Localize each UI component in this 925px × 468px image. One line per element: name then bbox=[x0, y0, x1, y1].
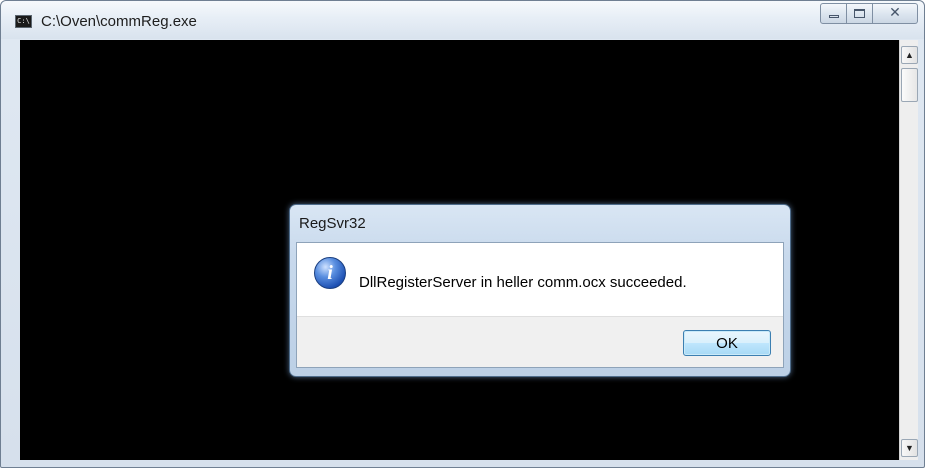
window-title: C:\Oven\commReg.exe bbox=[41, 13, 197, 30]
close-button[interactable]: ✕ bbox=[873, 3, 918, 24]
arrow-up-icon: ▲ bbox=[905, 50, 914, 60]
regsvr32-dialog: RegSvr32 i DllRegisterServer in heller c… bbox=[289, 204, 791, 377]
arrow-down-icon: ▼ bbox=[905, 443, 914, 453]
information-icon: i bbox=[314, 257, 346, 289]
maximize-button[interactable] bbox=[847, 3, 873, 24]
close-icon: ✕ bbox=[889, 5, 901, 21]
message-area: i DllRegisterServer in heller comm.ocx s… bbox=[297, 243, 783, 316]
scroll-up-button[interactable]: ▲ bbox=[901, 46, 918, 64]
scroll-thumb[interactable] bbox=[901, 68, 918, 102]
dialog-message: DllRegisterServer in heller comm.ocx suc… bbox=[359, 274, 687, 291]
console-app-icon[interactable] bbox=[15, 15, 32, 28]
dialog-body: i DllRegisterServer in heller comm.ocx s… bbox=[296, 242, 784, 368]
maximize-icon bbox=[854, 9, 865, 18]
ok-button[interactable]: OK bbox=[683, 330, 771, 356]
dialog-title: RegSvr32 bbox=[299, 215, 366, 232]
vertical-scrollbar[interactable]: ▲ ▼ bbox=[899, 40, 918, 460]
dialog-button-strip: OK bbox=[297, 316, 783, 367]
title-bar[interactable]: C:\Oven\commReg.exe ✕ bbox=[1, 1, 924, 39]
scroll-down-button[interactable]: ▼ bbox=[901, 439, 918, 457]
minimize-icon bbox=[829, 15, 839, 18]
minimize-button[interactable] bbox=[820, 3, 847, 24]
